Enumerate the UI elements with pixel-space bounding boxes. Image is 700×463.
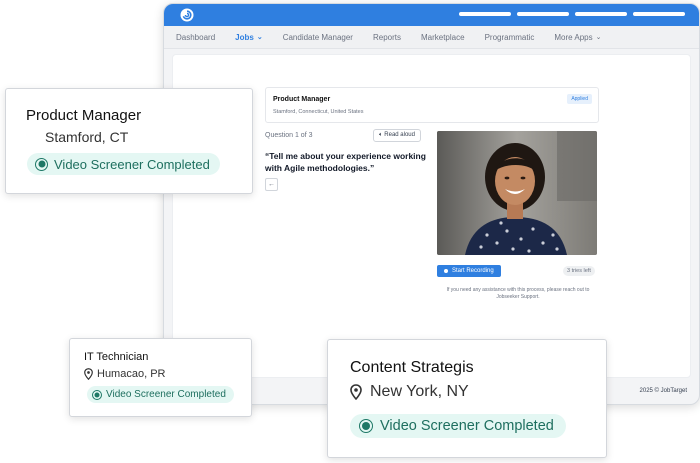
read-aloud-button[interactable]: 🔈︎ Read aloud bbox=[373, 129, 421, 142]
card-location: Humacao, PR bbox=[97, 368, 166, 380]
top-bar bbox=[164, 4, 699, 26]
nav-item-dashboard[interactable]: Dashboard bbox=[176, 33, 215, 42]
status-pill: Video Screener Completed bbox=[350, 414, 566, 438]
location-pin-icon bbox=[84, 368, 93, 380]
status-pill: Video Screener Completed bbox=[27, 153, 220, 175]
nav-item-marketplace[interactable]: Marketplace bbox=[421, 33, 465, 42]
footer-copyright: 2025 © JobTarget bbox=[639, 388, 687, 394]
card-job-title: Content Strategis bbox=[350, 359, 474, 376]
top-link-placeholder[interactable] bbox=[517, 12, 569, 16]
card-location: Stamford, CT bbox=[45, 129, 129, 145]
question-text: “Tell me about your experience working w… bbox=[265, 151, 426, 173]
candidate-card-content-strategist: Content Strategis New York, NY Video Scr… bbox=[327, 339, 607, 458]
video-preview bbox=[437, 131, 597, 255]
chevron-down-icon: ⌄ bbox=[595, 34, 602, 41]
nav-item-reports[interactable]: Reports bbox=[373, 33, 401, 42]
nav-item-more-apps[interactable]: More Apps ⌄ bbox=[554, 33, 601, 42]
start-recording-button[interactable]: Start Recording bbox=[437, 265, 501, 277]
help-text: If you need any assistance with this pro… bbox=[446, 287, 590, 300]
candidate-video-image bbox=[437, 131, 597, 255]
job-summary-card: Product Manager Stamford, Connecticut, U… bbox=[265, 87, 599, 123]
top-link-placeholder[interactable] bbox=[459, 12, 511, 16]
location-pin-icon bbox=[350, 384, 362, 400]
candidate-card-it-technician: IT Technician Humacao, PR Video Screener… bbox=[69, 338, 252, 417]
status-pill: Video Screener Completed bbox=[87, 386, 234, 403]
top-link-placeholder[interactable] bbox=[633, 12, 685, 16]
tries-left-badge: 3 tries left bbox=[563, 266, 595, 276]
candidate-card-product-manager: Product Manager Stamford, CT Video Scree… bbox=[5, 88, 253, 194]
nav-item-programmatic[interactable]: Programmatic bbox=[485, 33, 535, 42]
nav-item-candidate-manager[interactable]: Candidate Manager bbox=[283, 33, 353, 42]
chevron-down-icon: ⌄ bbox=[256, 34, 263, 41]
top-bar-placeholders bbox=[459, 12, 685, 16]
job-title: Product Manager bbox=[273, 96, 331, 103]
card-location-row: Humacao, PR bbox=[84, 368, 165, 380]
jobtarget-logo-icon[interactable] bbox=[180, 8, 194, 22]
card-location-row: New York, NY bbox=[350, 383, 469, 401]
completed-status-icon bbox=[92, 389, 102, 400]
main-nav: Dashboard Jobs ⌄ Candidate Manager Report… bbox=[164, 26, 699, 49]
completed-status-icon bbox=[359, 419, 373, 433]
arrow-left-icon: ← bbox=[268, 181, 275, 188]
job-location: Stamford, Connecticut, United States bbox=[273, 109, 364, 115]
record-dot-icon bbox=[444, 269, 448, 273]
back-button[interactable]: ← bbox=[265, 178, 278, 191]
speaker-icon: 🔈︎ bbox=[379, 132, 383, 138]
card-job-title: Product Manager bbox=[26, 107, 142, 124]
completed-status-icon bbox=[35, 157, 48, 171]
card-location: New York, NY bbox=[370, 383, 469, 400]
card-job-title: IT Technician bbox=[84, 351, 149, 363]
top-link-placeholder[interactable] bbox=[575, 12, 627, 16]
nav-item-jobs[interactable]: Jobs ⌄ bbox=[235, 33, 263, 42]
status-badge: Applied bbox=[567, 94, 592, 104]
question-counter: Question 1 of 3 bbox=[265, 132, 313, 139]
